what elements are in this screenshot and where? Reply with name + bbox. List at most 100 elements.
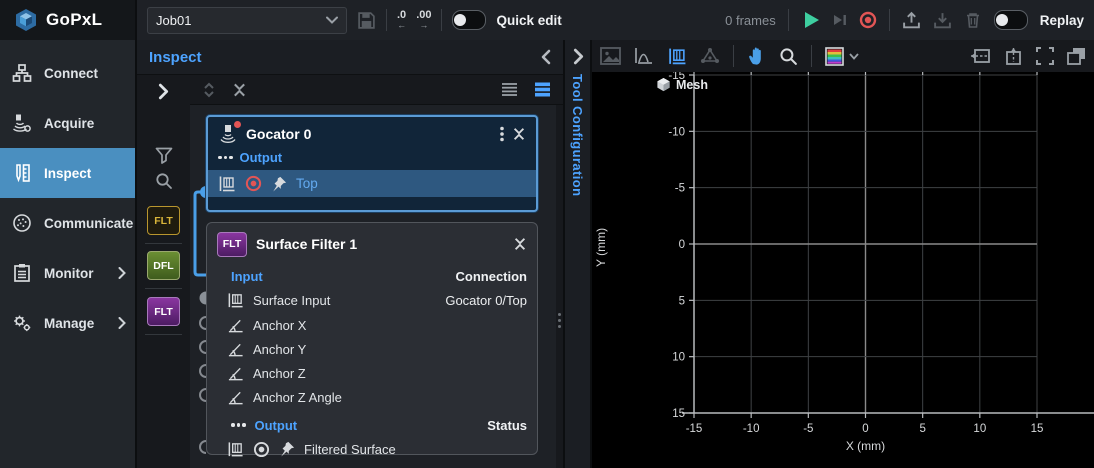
panel-scrollbar[interactable] <box>556 105 563 468</box>
zoom-tool-icon[interactable] <box>779 47 798 66</box>
filtered-surface-row[interactable]: Filtered Surface <box>207 438 537 460</box>
surface-input-connection: Gocator 0/Top <box>445 293 527 308</box>
panel-title: Inspect <box>149 49 202 66</box>
fit-width-icon[interactable] <box>970 47 991 65</box>
svg-text:0: 0 <box>862 423 868 435</box>
gopxl-logo-icon <box>14 8 38 32</box>
output-row-label: Top <box>296 176 318 191</box>
collapse-all-icon[interactable] <box>232 82 247 98</box>
surface-filter-tool-block[interactable]: FLT Surface Filter 1 Input Connection Su… <box>206 222 538 455</box>
tool-list-toolbar <box>190 75 563 105</box>
delete-recording-icon[interactable] <box>964 11 982 29</box>
job-select[interactable]: Job01 <box>147 7 347 34</box>
block-collapse-icon[interactable] <box>513 237 527 251</box>
mesh-viewport[interactable]: -15-10-5051015-15-10-5051015 Mesh X (mm)… <box>592 72 1094 468</box>
gocator-output-row-top[interactable]: Top <box>208 170 536 197</box>
chevron-right-icon <box>118 267 126 279</box>
pan-tool-icon[interactable] <box>747 46 766 66</box>
tool-badge-flt-gold[interactable]: FLT <box>137 206 190 235</box>
tool-badge-dfl-green[interactable]: DFL <box>137 251 190 280</box>
inspect-panel-header: Inspect <box>137 40 563 75</box>
manage-icon <box>12 313 32 333</box>
svg-text:0: 0 <box>679 239 685 251</box>
sidebar-item-communicate[interactable]: Communicate <box>0 198 135 248</box>
anchor-y-row[interactable]: Anchor Y <box>207 338 537 360</box>
import-recording-icon[interactable] <box>933 11 952 30</box>
block-collapse-icon[interactable] <box>512 127 526 141</box>
x-axis-label: X (mm) <box>694 439 1037 453</box>
surface-data-icon <box>227 441 244 458</box>
anchor-x-row[interactable]: Anchor X <box>207 314 537 336</box>
mesh-legend: Mesh <box>656 77 708 92</box>
gocator-tool-block[interactable]: Gocator 0 Output <box>206 115 538 212</box>
communicate-icon <box>12 213 32 233</box>
image-view-icon[interactable] <box>600 47 621 65</box>
surface-input-row[interactable]: Surface Input Gocator 0/Top <box>207 289 537 311</box>
search-tools-icon[interactable] <box>137 172 190 190</box>
expand-strip-icon[interactable] <box>137 83 190 100</box>
pin-icon[interactable] <box>271 176 287 192</box>
export-recording-icon[interactable] <box>902 11 921 30</box>
sidebar-item-label: Connect <box>44 66 98 81</box>
pin-icon[interactable] <box>279 441 295 457</box>
increase-decimals-button[interactable]: .00 → <box>416 10 431 30</box>
colormap-select[interactable] <box>825 47 859 66</box>
replay-toggle[interactable] <box>994 10 1028 30</box>
decrease-decimals-button[interactable]: .0 ← <box>397 10 406 30</box>
block-title: Gocator 0 <box>246 126 492 142</box>
tool-graph-canvas[interactable]: Gocator 0 Output <box>190 105 556 468</box>
svg-text:-15: -15 <box>686 423 703 435</box>
block-menu-icon[interactable] <box>500 126 504 142</box>
sidebar-item-label: Communicate <box>44 216 133 231</box>
sidebar-item-acquire[interactable]: Acquire <box>0 98 135 148</box>
fullscreen-icon[interactable] <box>1036 47 1054 65</box>
fit-height-icon[interactable] <box>1004 47 1023 66</box>
anchor-icon <box>227 341 244 358</box>
svg-text:15: 15 <box>672 408 685 420</box>
sidebar-item-monitor[interactable]: Monitor <box>0 248 135 298</box>
collapse-panel-icon[interactable] <box>541 49 551 65</box>
sidebar-item-label: Acquire <box>44 116 94 131</box>
scrollbar-handle[interactable] <box>557 300 562 340</box>
sidebar-item-manage[interactable]: Manage <box>0 298 135 348</box>
connection-column-label: Connection <box>456 269 528 284</box>
tool-badge-flt-purple[interactable]: FLT <box>137 297 190 326</box>
quick-edit-toggle[interactable] <box>452 10 486 30</box>
surface-data-icon <box>227 292 244 309</box>
surface-view-icon[interactable] <box>667 47 687 66</box>
divider <box>145 243 182 244</box>
svg-text:10: 10 <box>973 423 986 435</box>
app-logo: GoPxL <box>0 0 137 40</box>
divider <box>441 9 442 31</box>
profile-view-icon[interactable] <box>634 47 654 65</box>
sidebar-item-inspect[interactable]: Inspect <box>0 148 135 198</box>
inspect-panel: Inspect FLT DFL FLT <box>137 40 565 468</box>
filter-tools-icon[interactable] <box>137 147 190 164</box>
block-title: Surface Filter 1 <box>256 236 504 252</box>
expand-tool-config-icon[interactable] <box>573 48 584 65</box>
reorder-tools-icon[interactable] <box>202 82 216 98</box>
svg-text:10: 10 <box>672 352 685 364</box>
replay-label: Replay <box>1040 13 1084 28</box>
step-forward-button[interactable] <box>833 13 847 27</box>
tool-config-title: Tool Configuration <box>570 74 585 197</box>
anchor-z-angle-row[interactable]: Anchor Z Angle <box>207 386 537 408</box>
mesh-view-icon[interactable] <box>700 47 720 66</box>
list-view-icon[interactable] <box>501 82 518 97</box>
block-view-icon[interactable] <box>534 82 551 97</box>
anchor-z-row[interactable]: Anchor Z <box>207 362 537 384</box>
play-button[interactable] <box>801 10 821 30</box>
gopxl-app: GoPxL Job01 .0 ← .00 → Quick <box>0 0 1094 468</box>
top-bar: GoPxL Job01 .0 ← .00 → Quick <box>0 0 1094 42</box>
save-job-icon[interactable] <box>357 11 376 30</box>
sensor-icon <box>218 124 238 143</box>
anchor-icon <box>227 365 244 382</box>
sidebar-item-label: Manage <box>44 316 94 331</box>
record-output-icon[interactable] <box>245 175 262 192</box>
record-button[interactable] <box>859 11 877 29</box>
tool-configuration-collapsed-panel[interactable]: Tool Configuration <box>565 40 592 468</box>
multi-view-layout-icon[interactable] <box>1067 47 1086 65</box>
input-section-label: Input <box>231 269 263 284</box>
sidebar-item-connect[interactable]: Connect <box>0 48 135 98</box>
record-output-icon[interactable] <box>253 441 270 458</box>
